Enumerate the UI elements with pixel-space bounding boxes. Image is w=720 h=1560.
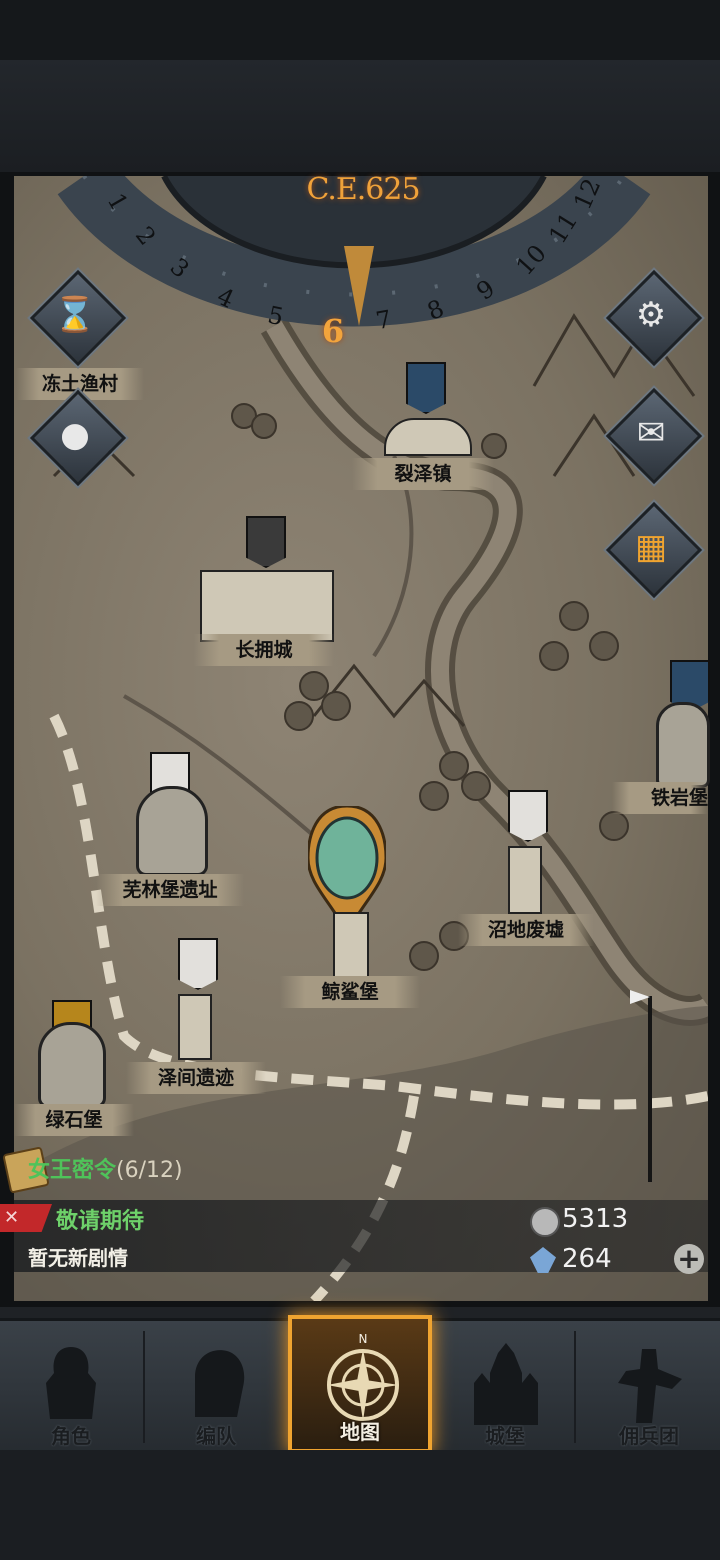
padlock-icon[interactable] — [38, 1022, 106, 1108]
gear-icon: ⚙ — [635, 295, 667, 335]
banner-icon — [406, 362, 446, 414]
nav-label: 城堡 — [485, 1424, 525, 1448]
location-label[interactable]: 沼地废墟 — [458, 914, 594, 946]
mail-icon: ✉ — [636, 413, 666, 453]
compass-icon: N — [327, 1332, 399, 1421]
current-month[interactable]: 6 — [318, 312, 348, 350]
story-subtitle: 暂无新剧情 — [28, 1246, 128, 1270]
crystal-amount: 264 — [562, 1244, 612, 1274]
location-label[interactable]: 长拥城 — [194, 634, 334, 666]
quest-tracker[interactable]: 女王密令(6/12) — [28, 1152, 183, 1184]
silver-coin-icon — [530, 1207, 560, 1237]
nav-mercenary[interactable]: 佣兵团 — [578, 1321, 720, 1453]
bag-icon: ● — [60, 415, 90, 455]
top-bar — [0, 0, 720, 60]
nav-formation[interactable]: 编队 — [145, 1321, 287, 1453]
tower-icon[interactable] — [333, 912, 369, 978]
top-frame — [0, 60, 720, 176]
quest-count: (6/12) — [116, 1158, 183, 1183]
location-label[interactable]: 裂泽镇 — [352, 458, 494, 490]
banner-icon — [508, 790, 548, 842]
castle-nav-icon — [474, 1343, 538, 1425]
nav-map[interactable]: N 地图 — [288, 1315, 432, 1453]
location-label[interactable]: 鲸鲨堡 — [280, 976, 420, 1008]
nav-label: 地图 — [340, 1420, 380, 1444]
year-label: C.E.625 — [306, 172, 420, 207]
banner-icon — [178, 938, 218, 990]
hourglass-icon: ⌛ — [53, 295, 97, 335]
nav-label: 角色 — [51, 1424, 91, 1448]
mercenary-icon — [618, 1349, 682, 1423]
padlock-icon[interactable] — [136, 786, 208, 876]
nav-character[interactable]: 角色 — [0, 1321, 142, 1453]
story-title: 敬请期待 — [56, 1209, 145, 1234]
village-icon[interactable] — [384, 418, 472, 456]
nav-label: 佣兵团 — [619, 1424, 679, 1448]
svg-text:N: N — [359, 1332, 368, 1346]
nav-label: 编队 — [196, 1424, 236, 1448]
bottom-nav: 角色 编队 N 地图 城堡 佣兵团 — [0, 1315, 720, 1453]
banner-icon — [246, 516, 286, 568]
location-label[interactable]: 铁岩堡 — [612, 782, 708, 814]
location-label[interactable]: 芜林堡遗址 — [96, 874, 244, 906]
nav-castle[interactable]: 城堡 — [434, 1321, 576, 1453]
helmet-icon — [195, 1350, 245, 1417]
tower-icon[interactable] — [178, 994, 212, 1060]
silver-amount: 5313 — [562, 1204, 629, 1234]
bottom-bar — [0, 1450, 720, 1560]
knight-icon — [46, 1347, 96, 1419]
quest-title: 女王密令 — [28, 1158, 117, 1183]
add-resource-button[interactable]: + — [674, 1244, 704, 1274]
location-label[interactable]: 泽间遗迹 — [126, 1062, 266, 1094]
location-label[interactable]: 绿石堡 — [14, 1104, 134, 1136]
grid-icon: ▦ — [634, 527, 668, 567]
flag-pole — [648, 996, 652, 1182]
padlock-icon[interactable] — [656, 702, 710, 788]
castle-icon[interactable] — [200, 570, 334, 642]
tower-icon[interactable] — [508, 846, 542, 914]
